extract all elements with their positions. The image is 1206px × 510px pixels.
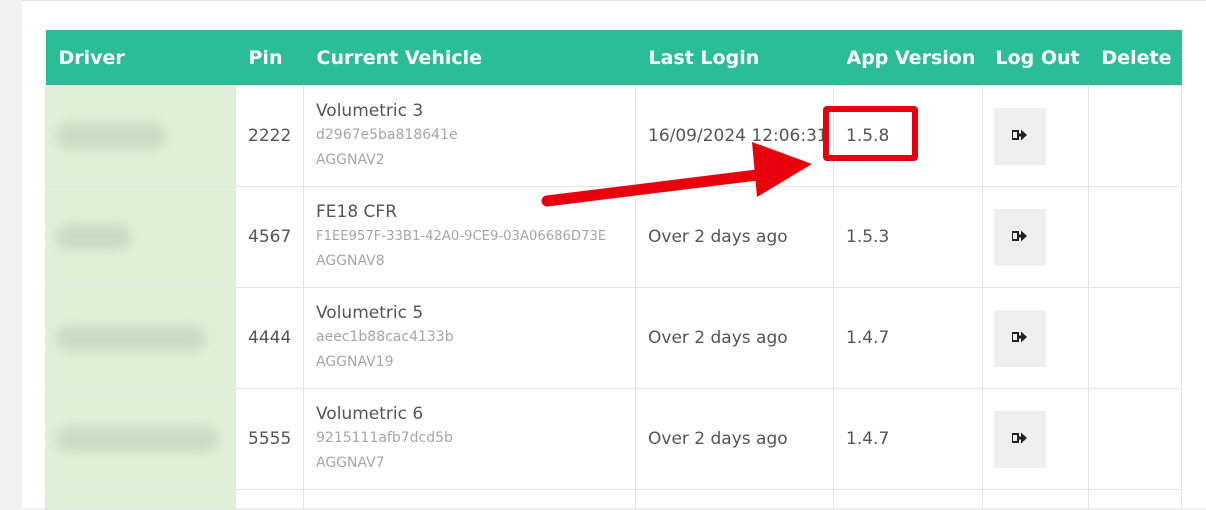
pin-cell: 4567: [235, 186, 304, 288]
table-row: 5555 Volumetric 6 9215111afb7dcd5b AGGNA…: [45, 388, 1182, 490]
pin-cell: 5555: [235, 388, 304, 490]
header-delete: Delete: [1088, 30, 1182, 86]
vehicle-code: AGGNAV19: [316, 354, 394, 370]
logout-cell: [982, 388, 1089, 490]
driver-name-cell-blurred: [45, 287, 236, 389]
driver-name-cell-blurred: [45, 85, 236, 187]
vehicle-name: Volumetric 6: [316, 404, 424, 424]
last-login-cell: Over 2 days ago: [635, 287, 834, 389]
vehicle-id: d2967e5ba818641e: [316, 127, 458, 143]
vehicle-id: F1EE957F-33B1-42A0-9CE9-03A06686D73E: [316, 229, 607, 244]
drivers-table: Driver Pin Current Vehicle Last Login Ap…: [45, 30, 1182, 510]
vehicle-id: aeec1b88cac4133b: [316, 329, 454, 345]
delete-cell: [1088, 85, 1182, 187]
sign-out-icon: [1011, 128, 1028, 145]
vehicle-id: 9215111afb7dcd5b: [316, 430, 453, 446]
vehicle-name: Volumetric 5: [316, 303, 424, 323]
app-version-cell: 1.4.7: [833, 287, 983, 389]
sign-out-icon: [1011, 431, 1028, 448]
app-version-cell: 1.4.7: [833, 388, 983, 490]
vehicle-cell: FE18 CFR F1EE957F-33B1-42A0-9CE9-03A0668…: [303, 186, 636, 288]
delete-cell: [1088, 287, 1182, 389]
table-row: 4444 Volumetric 5 aeec1b88cac4133b AGGNA…: [45, 287, 1182, 389]
driver-name-cell-blurred: [45, 388, 236, 490]
header-pin[interactable]: Pin: [235, 30, 304, 86]
pin-cell: 4444: [235, 287, 304, 389]
last-login-cell: Over 2 days ago: [635, 388, 834, 490]
vehicle-name: FE18 CFR: [316, 202, 398, 222]
vehicle-cell: Volumetric 5 aeec1b88cac4133b AGGNAV19: [303, 287, 636, 389]
vehicle-name: Volumetric 3: [316, 101, 424, 121]
annotation-highlight-box: [823, 106, 918, 161]
logout-button[interactable]: [994, 309, 1046, 367]
table-row: 2222 Volumetric 3 d2967e5ba818641e AGGNA…: [45, 85, 1182, 187]
vehicle-cell: Volumetric 6 9215111afb7dcd5b AGGNAV7: [303, 388, 636, 490]
sign-out-icon: [1011, 330, 1028, 347]
pin-cell: 2222: [235, 85, 304, 187]
driver-name-cell-blurred: [45, 186, 236, 288]
logout-cell: [982, 186, 1089, 288]
table-header-row: Driver Pin Current Vehicle Last Login Ap…: [45, 30, 1182, 86]
header-last-login[interactable]: Last Login: [635, 30, 834, 86]
vehicle-cell: Volumetric 3 d2967e5ba818641e AGGNAV2: [303, 85, 636, 187]
header-driver[interactable]: Driver: [45, 30, 236, 86]
last-login-cell: 16/09/2024 12:06:31: [635, 85, 834, 187]
header-log-out: Log Out: [982, 30, 1089, 86]
sign-out-icon: [1011, 229, 1028, 246]
logout-cell: [982, 287, 1089, 389]
vehicle-code: AGGNAV8: [316, 253, 385, 269]
table-row: 4567 FE18 CFR F1EE957F-33B1-42A0-9CE9-03…: [45, 186, 1182, 288]
header-app-version[interactable]: App Version: [833, 30, 983, 86]
app-version-cell: 1.5.3: [833, 186, 983, 288]
header-current-vehicle[interactable]: Current Vehicle: [303, 30, 636, 86]
logout-button[interactable]: [994, 410, 1046, 468]
delete-cell: [1088, 186, 1182, 288]
logout-cell: [982, 85, 1089, 187]
delete-cell: [1088, 388, 1182, 490]
vehicle-code: AGGNAV7: [316, 455, 385, 471]
logout-button[interactable]: [994, 107, 1046, 165]
vehicle-code: AGGNAV2: [316, 152, 385, 168]
last-login-cell: Over 2 days ago: [635, 186, 834, 288]
logout-button[interactable]: [994, 208, 1046, 266]
